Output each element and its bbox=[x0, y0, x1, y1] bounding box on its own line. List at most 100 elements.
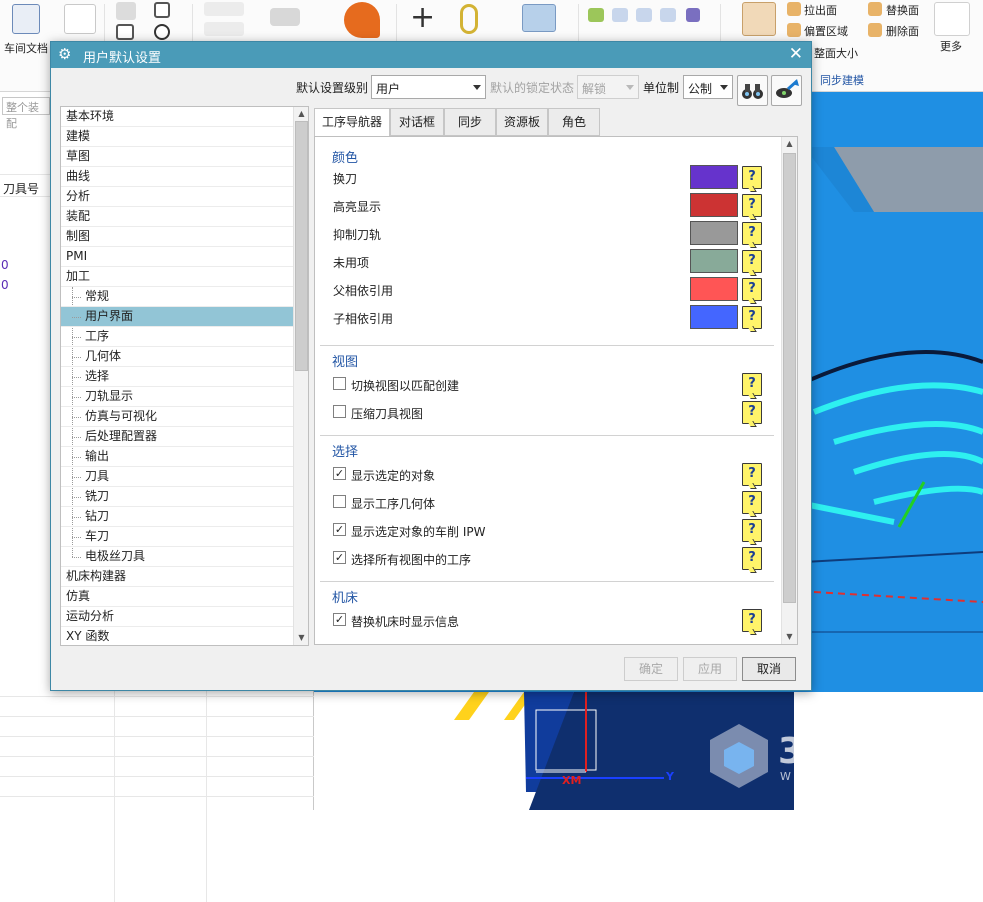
tree-item[interactable]: 常规 bbox=[61, 287, 293, 307]
extrude-icon[interactable] bbox=[522, 4, 556, 32]
tree-item[interactable]: 加工 bbox=[61, 267, 293, 287]
checkbox[interactable] bbox=[333, 495, 346, 508]
help-icon[interactable]: ? bbox=[742, 250, 762, 273]
color-swatch[interactable] bbox=[690, 221, 738, 245]
help-icon[interactable]: ? bbox=[742, 491, 762, 514]
checkbox-label[interactable]: 选择所有视图中的工序 bbox=[351, 551, 471, 568]
scroll-up-icon[interactable]: ▲ bbox=[294, 107, 308, 121]
tab-operation-navigator[interactable]: 工序导航器 bbox=[314, 108, 390, 137]
sync-model-icon[interactable] bbox=[742, 2, 776, 36]
grid-icon[interactable] bbox=[116, 24, 134, 40]
tree-item[interactable]: 曲线 bbox=[61, 167, 293, 187]
help-icon[interactable]: ? bbox=[742, 547, 762, 570]
flag-icon[interactable] bbox=[686, 8, 700, 22]
check-icon[interactable] bbox=[588, 8, 604, 22]
tree-item[interactable]: 分析 bbox=[61, 187, 293, 207]
target-icon[interactable] bbox=[154, 24, 170, 40]
chain-icon[interactable] bbox=[460, 4, 478, 34]
plus-icon[interactable]: + bbox=[410, 0, 435, 35]
tree-item[interactable]: 仿真 bbox=[61, 587, 293, 607]
tree-item[interactable]: XY 函数 bbox=[61, 627, 293, 645]
tree-item[interactable]: 装配 bbox=[61, 207, 293, 227]
default-level-select[interactable]: 用户 bbox=[371, 75, 486, 99]
help-icon[interactable]: ? bbox=[742, 463, 762, 486]
color-swatch[interactable] bbox=[690, 193, 738, 217]
checkbox-checked[interactable]: ✓ bbox=[333, 613, 346, 626]
help-icon[interactable]: ? bbox=[742, 519, 762, 542]
checkbox-label[interactable]: 显示工序几何体 bbox=[351, 495, 435, 512]
tree-item[interactable]: 制图 bbox=[61, 227, 293, 247]
checkbox[interactable] bbox=[333, 377, 346, 390]
unit-select[interactable]: 公制 bbox=[683, 75, 733, 99]
shop-doc-label[interactable]: 车间文档 bbox=[4, 40, 48, 56]
checkbox-checked[interactable]: ✓ bbox=[333, 467, 346, 480]
point-icon[interactable] bbox=[204, 2, 244, 16]
help-icon[interactable]: ? bbox=[742, 306, 762, 329]
help-icon[interactable]: ? bbox=[742, 609, 762, 632]
scroll-thumb[interactable] bbox=[295, 121, 308, 371]
tree-item[interactable]: 运动分析 bbox=[61, 607, 293, 627]
delete-face-label[interactable]: 删除面 bbox=[886, 23, 919, 39]
tree-scrollbar[interactable]: ▲ ▼ bbox=[293, 107, 308, 645]
dialog-titlebar[interactable]: ⚙ 用户默认设置 ✕ bbox=[51, 42, 811, 68]
doc-icon[interactable] bbox=[636, 8, 652, 22]
tree-item[interactable]: 几何体 bbox=[61, 347, 293, 367]
checkbox-label[interactable]: 显示选定对象的车削 IPW bbox=[351, 523, 485, 540]
ok-button[interactable]: 确定 bbox=[624, 657, 678, 681]
table-icon[interactable] bbox=[612, 8, 628, 22]
tree-item[interactable]: 刀轨显示 bbox=[61, 387, 293, 407]
find-defaults-button[interactable] bbox=[737, 75, 768, 106]
close-button[interactable]: ✕ bbox=[789, 44, 803, 64]
surface-icon[interactable] bbox=[344, 2, 380, 38]
lock-state-select[interactable]: 解锁 bbox=[577, 75, 639, 99]
tab-sync[interactable]: 同步 bbox=[444, 108, 496, 136]
shop-doc-icon[interactable] bbox=[12, 4, 40, 34]
tree-item[interactable]: 铣刀 bbox=[61, 487, 293, 507]
help-icon[interactable]: ? bbox=[742, 278, 762, 301]
import-defaults-button[interactable] bbox=[771, 75, 802, 106]
tree-item[interactable]: 机床构建器 bbox=[61, 567, 293, 587]
more-label[interactable]: 更多 bbox=[940, 38, 962, 54]
tab-role[interactable]: 角色 bbox=[548, 108, 600, 136]
color-swatch[interactable] bbox=[690, 277, 738, 301]
scroll-down-icon[interactable]: ▼ bbox=[782, 630, 797, 644]
checkbox[interactable] bbox=[333, 405, 346, 418]
tree-item[interactable]: 后处理配置器 bbox=[61, 427, 293, 447]
tree-item[interactable]: PMI bbox=[61, 247, 293, 267]
tree-item[interactable]: 用户界面 bbox=[61, 307, 293, 327]
tree-item[interactable]: 草图 bbox=[61, 147, 293, 167]
scroll-up-icon[interactable]: ▲ bbox=[782, 137, 797, 151]
tree-item[interactable]: 基本环境 bbox=[61, 107, 293, 127]
scroll-down-icon[interactable]: ▼ bbox=[294, 631, 308, 645]
offset-region-label[interactable]: 偏置区域 bbox=[804, 23, 848, 39]
checkbox-checked[interactable]: ✓ bbox=[333, 523, 346, 536]
toolbar-icon[interactable] bbox=[64, 4, 96, 34]
tree-item[interactable]: 钻刀 bbox=[61, 507, 293, 527]
color-swatch[interactable] bbox=[690, 305, 738, 329]
help-icon[interactable]: ? bbox=[742, 222, 762, 245]
panel-scrollbar[interactable]: ▲ ▼ bbox=[781, 137, 797, 644]
scroll-thumb[interactable] bbox=[783, 153, 796, 603]
checkbox-checked[interactable]: ✓ bbox=[333, 551, 346, 564]
tree-item[interactable]: 选择 bbox=[61, 367, 293, 387]
cancel-button[interactable]: 取消 bbox=[742, 657, 796, 681]
checkbox-label[interactable]: 替换机床时显示信息 bbox=[351, 613, 459, 630]
tree-item[interactable]: 电极丝刀具 bbox=[61, 547, 293, 567]
help-icon[interactable]: ? bbox=[742, 373, 762, 396]
pull-face-icon[interactable] bbox=[787, 2, 801, 16]
delete-face-icon[interactable] bbox=[868, 23, 882, 37]
tree-item[interactable]: 车刀 bbox=[61, 527, 293, 547]
apply-button[interactable]: 应用 bbox=[683, 657, 737, 681]
tree-item[interactable]: 建模 bbox=[61, 127, 293, 147]
resize-face-label[interactable]: 整面大小 bbox=[814, 45, 858, 61]
replace-face-icon[interactable] bbox=[868, 2, 882, 16]
tree-item[interactable]: 输出 bbox=[61, 447, 293, 467]
checkbox-label[interactable]: 压缩刀具视图 bbox=[351, 405, 423, 422]
checkbox-label[interactable]: 显示选定的对象 bbox=[351, 467, 435, 484]
edit-icon[interactable] bbox=[116, 2, 136, 20]
tab-dialog[interactable]: 对话框 bbox=[390, 108, 444, 136]
help-icon[interactable]: ? bbox=[742, 194, 762, 217]
assembly-filter[interactable]: 整个装配 bbox=[2, 97, 50, 130]
tree-item[interactable]: 仿真与可视化 bbox=[61, 407, 293, 427]
offset-region-icon[interactable] bbox=[787, 23, 801, 37]
